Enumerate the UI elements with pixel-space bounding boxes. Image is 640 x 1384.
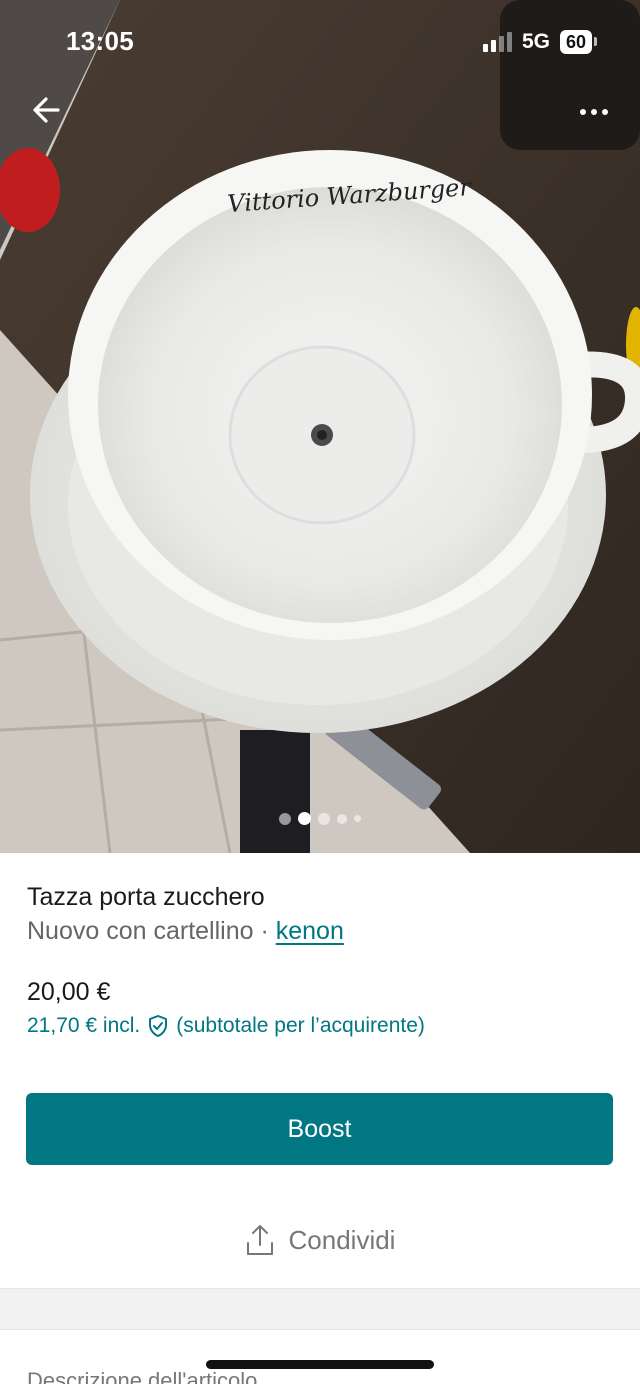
shield-check-icon	[149, 1015, 168, 1037]
item-price: 20,00 €	[27, 978, 111, 1006]
page-dot[interactable]	[354, 815, 361, 822]
buyer-price: 21,70 € incl.	[27, 1014, 141, 1037]
network-type: 5G	[521, 30, 550, 53]
item-subtitle: Nuovo con cartellino · kenon	[27, 917, 344, 946]
share-button[interactable]: Condividi	[0, 1215, 640, 1265]
section-divider	[0, 1288, 640, 1330]
separator: ·	[253, 917, 276, 945]
share-icon	[246, 1225, 273, 1255]
gallery-pagination	[0, 812, 640, 825]
item-photo[interactable]: Vittorio Warzburger 13:05 5G 60	[0, 0, 640, 853]
more-options-button[interactable]	[574, 100, 614, 124]
buyer-price-row[interactable]: 21,70 € incl. (subtotale per l’acquirent…	[27, 1014, 425, 1038]
description-heading: Descrizione dell'articolo	[27, 1368, 258, 1384]
status-indicators: 5G 60	[482, 30, 598, 54]
item-title: Tazza porta zucchero	[27, 883, 265, 911]
buyer-price-note: (subtotale per l’acquirente)	[176, 1014, 425, 1037]
home-indicator[interactable]	[206, 1360, 434, 1369]
back-button[interactable]	[28, 92, 68, 128]
item-condition: Nuovo con cartellino	[27, 917, 254, 945]
battery-icon: 60	[559, 30, 598, 54]
status-time: 13:05	[66, 26, 134, 56]
share-label: Condividi	[288, 1224, 396, 1255]
item-photo-image: Vittorio Warzburger	[0, 0, 640, 853]
boost-button[interactable]: Boost	[26, 1093, 613, 1165]
signal-icon	[482, 32, 512, 52]
page-dot[interactable]	[318, 812, 330, 825]
brand-link[interactable]: kenon	[276, 917, 344, 945]
page-dot[interactable]	[279, 812, 291, 825]
page-dot-active[interactable]	[298, 812, 311, 825]
arrow-left-icon	[33, 97, 60, 123]
more-dots-icon	[580, 109, 586, 115]
page-dot[interactable]	[337, 813, 347, 824]
